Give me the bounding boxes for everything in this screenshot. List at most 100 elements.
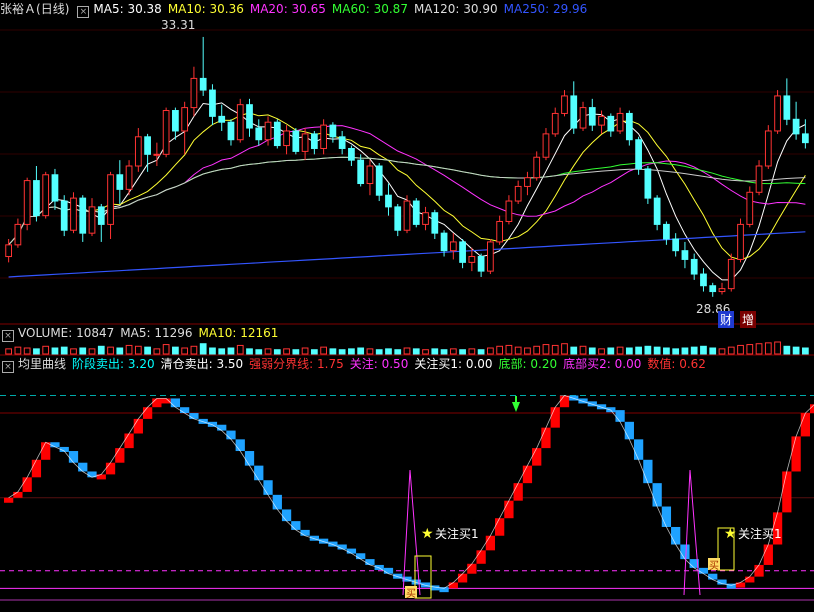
stock-chart[interactable]: ★ 关注买1买★ 关注买1买: [0, 0, 814, 612]
indicator-block: [485, 535, 496, 551]
indicator-block: [745, 576, 755, 583]
volume-bar: [310, 349, 318, 355]
candle-body: [746, 191, 754, 225]
volume-bar: [663, 347, 670, 355]
candle-body: [172, 110, 179, 132]
indicator-block: [41, 442, 51, 460]
candle-body: [42, 174, 50, 217]
indicator-block: [457, 573, 468, 583]
volume-bar: [727, 346, 735, 355]
candle-body: [227, 121, 235, 141]
indicator-block: [142, 407, 153, 419]
increase-tag[interactable]: 增: [740, 311, 757, 328]
indicator-block: [189, 413, 199, 419]
volume-bar: [635, 346, 642, 355]
candle-body: [653, 197, 661, 225]
indicator-block: [133, 418, 143, 434]
finance-tag[interactable]: 财: [718, 311, 735, 328]
volume-bar: [672, 348, 680, 355]
candle-body: [598, 115, 605, 126]
volume-bar: [514, 346, 522, 355]
candle-body: [162, 110, 170, 155]
candle-body: [440, 232, 448, 252]
volume-bar: [348, 348, 355, 355]
indicator-block: [13, 491, 23, 498]
volume-bar: [505, 344, 513, 355]
candle-body: [394, 206, 402, 231]
indicator-block: [115, 448, 125, 463]
volume-bar: [700, 345, 707, 355]
bottom-spike: [683, 469, 701, 596]
volume-bar: [783, 345, 791, 355]
volume-bar: [690, 346, 698, 355]
volume-bar: [70, 348, 77, 355]
indicator-block: [763, 544, 773, 565]
volume-bar: [51, 347, 59, 355]
indicator-block: [22, 477, 32, 492]
candle-body: [190, 77, 198, 109]
indicator-block: [522, 465, 533, 484]
volume-bar: [264, 348, 272, 355]
candle-body: [283, 130, 290, 147]
indicator-block: [624, 421, 634, 440]
volume-bar: [107, 346, 114, 355]
volume-bar: [5, 348, 13, 355]
volume-bar: [737, 344, 744, 355]
volume-bar: [125, 344, 133, 355]
signal-label: 关注买1: [738, 526, 782, 541]
volume-bar: [588, 347, 596, 355]
volume-bar: [292, 349, 300, 355]
candle-body: [412, 200, 420, 225]
candle-body: [801, 133, 809, 144]
volume-bar: [496, 345, 504, 355]
candle-body: [385, 194, 392, 208]
candle-body: [23, 180, 31, 225]
candle-body: [366, 165, 374, 185]
indicator-block: [541, 427, 551, 449]
indicator-block: [661, 506, 672, 527]
volume-bar: [681, 347, 689, 355]
star-icon: ★: [724, 526, 737, 542]
volume-bar: [329, 348, 337, 355]
indicator-block: [217, 424, 227, 431]
volume-bar: [338, 349, 346, 355]
volume-bar: [616, 346, 624, 355]
volume-bar: [644, 345, 652, 355]
candle-body: [709, 285, 717, 293]
indicator-block: [4, 497, 14, 503]
candle-body: [570, 95, 578, 129]
volume-bar: [134, 345, 142, 355]
volume-bar: [172, 346, 179, 355]
indicator-block: [263, 480, 273, 495]
indicator-block: [152, 398, 162, 408]
indicator-block: [291, 521, 301, 530]
candle-body: [218, 115, 226, 123]
indicator-block: [448, 582, 458, 589]
candle-body: [635, 139, 642, 170]
indicator-block: [254, 465, 264, 481]
volume-bar: [199, 343, 207, 355]
candle-body: [764, 130, 772, 167]
candle-body: [88, 206, 96, 234]
candle-body: [51, 174, 59, 202]
volume-bar: [551, 344, 559, 355]
volume-bar: [273, 349, 281, 355]
candle-body: [357, 159, 365, 185]
candle-body: [264, 121, 272, 141]
candle-body: [644, 168, 652, 199]
indicator-block: [495, 518, 505, 536]
indicator-block: [272, 494, 282, 510]
candle-body: [737, 223, 744, 260]
indicator-block: [68, 451, 79, 463]
volume-bar: [116, 347, 124, 355]
candle-body: [700, 273, 707, 287]
candle-body: [5, 244, 13, 258]
volume-bar: [23, 347, 31, 355]
indicator-block: [420, 582, 431, 588]
candle-body: [292, 130, 300, 152]
candle-body: [625, 112, 633, 141]
volume-bar: [764, 342, 772, 355]
volume-bar: [801, 347, 809, 355]
candle-body: [209, 89, 216, 117]
volume-bar: [709, 347, 717, 355]
